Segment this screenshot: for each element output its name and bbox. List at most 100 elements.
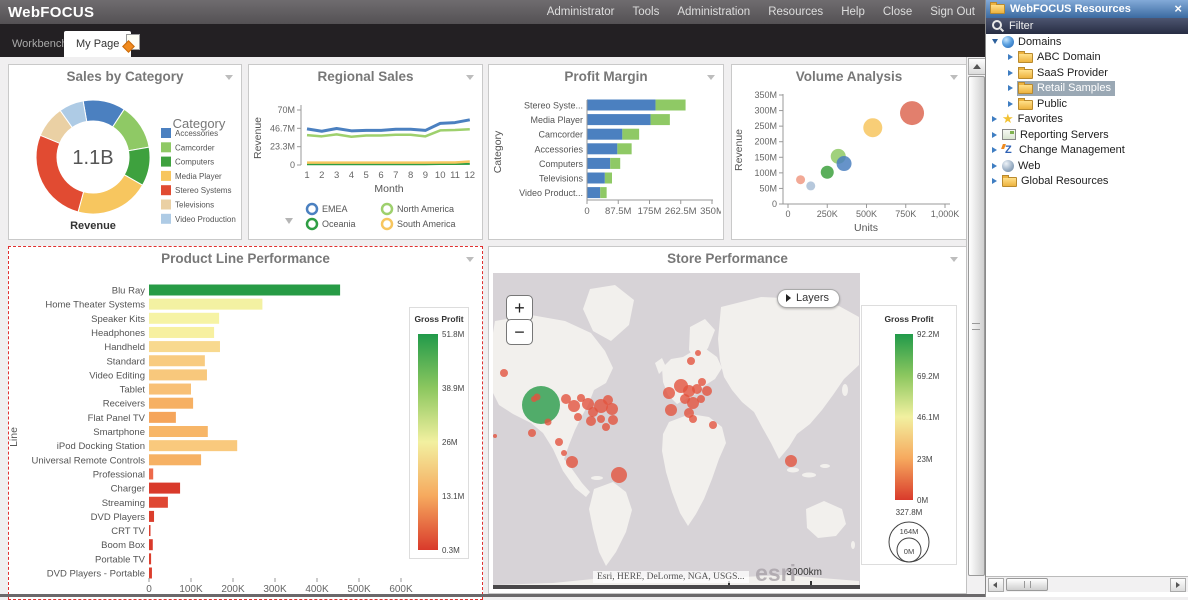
menu-item-close[interactable]: Close <box>883 6 912 18</box>
expand-arrow-icon[interactable] <box>1008 101 1017 107</box>
menu-item-administration[interactable]: Administration <box>677 6 750 18</box>
tab-my-page[interactable]: My Page <box>64 31 131 57</box>
tree-item-change-management[interactable]: Change Management <box>986 143 1188 159</box>
expand-arrow-icon[interactable] <box>992 163 1001 169</box>
svg-text:Revenue: Revenue <box>70 220 116 232</box>
svg-text:350M: 350M <box>754 90 777 100</box>
map-edge <box>493 585 860 589</box>
panel-profit-margin: Profit Margin Stereo Syste...Media Playe… <box>488 64 724 240</box>
panel-menu-arrow[interactable] <box>466 75 474 80</box>
map-canvas[interactable]: + − Layers 3000km 2000mi Esri, HERE, DeL… <box>493 273 860 589</box>
map-zoom-out-button[interactable]: − <box>506 319 533 345</box>
menu-item-administrator[interactable]: Administrator <box>547 6 615 18</box>
svg-text:300M: 300M <box>754 106 777 116</box>
svg-text:Accessories: Accessories <box>534 144 583 154</box>
regional-sales-chart[interactable]: 023.3M46.7M70M123456789101112RevenueMont… <box>249 90 480 236</box>
legend-tick-label: 13.1M <box>442 492 464 501</box>
svg-text:Computers: Computers <box>175 158 214 167</box>
tree-item-label: Favorites <box>1018 113 1063 125</box>
svg-text:0: 0 <box>584 206 589 217</box>
scrollbar-thumb[interactable] <box>968 76 985 576</box>
menu-item-resources[interactable]: Resources <box>768 6 823 18</box>
svg-text:Computers: Computers <box>539 159 584 169</box>
panel-menu-arrow[interactable] <box>225 75 233 80</box>
tree-item-label: Retail Samples <box>1037 82 1111 94</box>
expand-arrow-icon[interactable] <box>992 116 1001 122</box>
close-icon[interactable]: × <box>1174 3 1182 15</box>
tree-item-label: Reporting Servers <box>1020 129 1109 141</box>
sales-by-category-chart[interactable]: 1.1BRevenueCategoryAccessoriesCamcorderC… <box>9 90 239 236</box>
tree-item-web[interactable]: Web <box>986 158 1188 174</box>
svg-text:Tablet: Tablet <box>120 385 146 396</box>
filter-bar[interactable]: Filter <box>986 18 1188 34</box>
svg-text:250K: 250K <box>817 209 838 219</box>
svg-text:Video Editing: Video Editing <box>89 370 145 381</box>
resources-panel: WebFOCUS Resources × Filter DomainsABC D… <box>985 0 1188 597</box>
scroll-right-button[interactable] <box>1170 578 1186 592</box>
panel-volume-analysis: Volume Analysis 050M100M150M200M250M300M… <box>731 64 967 240</box>
panel-menu-arrow[interactable] <box>950 257 958 262</box>
tree-item-abc-domain[interactable]: ABC Domain <box>986 50 1188 66</box>
scrollbar-thumb[interactable] <box>1006 578 1048 591</box>
legend-tick-label: 0.3M <box>442 546 460 555</box>
panel-menu-arrow[interactable] <box>466 257 474 262</box>
globe-gray-icon <box>1002 160 1014 172</box>
map-zoom-in-button[interactable]: + <box>506 295 533 321</box>
svg-text:175M: 175M <box>638 206 662 217</box>
tree-item-label: Domains <box>1018 36 1061 48</box>
horizontal-scrollbar[interactable] <box>986 576 1188 592</box>
expand-arrow-icon[interactable] <box>1008 85 1017 91</box>
svg-text:10: 10 <box>435 170 446 181</box>
expand-arrow-icon[interactable] <box>992 147 1001 153</box>
svg-text:Streaming: Streaming <box>102 498 145 509</box>
scroll-up-button[interactable] <box>968 58 986 75</box>
profit-margin-chart[interactable]: Stereo Syste...Media PlayerCamcorderAcce… <box>489 90 721 236</box>
svg-text:Stereo Systems: Stereo Systems <box>175 186 231 195</box>
tree-item-saas-provider[interactable]: SaaS Provider <box>986 65 1188 81</box>
tree-item-domains[interactable]: Domains <box>986 34 1188 50</box>
expand-arrow-icon[interactable] <box>1008 70 1017 76</box>
menu-item-tools[interactable]: Tools <box>632 6 659 18</box>
new-page-icon[interactable] <box>126 34 140 50</box>
folder-icon <box>1018 84 1033 94</box>
expand-arrow-icon[interactable] <box>992 178 1001 184</box>
menu-item-sign-out[interactable]: Sign Out <box>930 6 975 18</box>
tree-item-reporting-servers[interactable]: Reporting Servers <box>986 127 1188 143</box>
svg-text:0: 0 <box>290 160 295 170</box>
svg-text:iPod Docking Station: iPod Docking Station <box>57 441 145 452</box>
scroll-left-button[interactable] <box>988 578 1004 592</box>
collapse-arrow-icon[interactable] <box>992 39 1001 44</box>
tree-item-retail-samples[interactable]: Retail Samples <box>986 81 1188 97</box>
expand-arrow-icon[interactable] <box>1008 54 1017 60</box>
svg-text:250M: 250M <box>754 121 777 131</box>
tree-item-global-resources[interactable]: Global Resources <box>986 174 1188 190</box>
tree-item-label: Public <box>1037 98 1067 110</box>
svg-text:DVD Players - Portable: DVD Players - Portable <box>47 569 145 580</box>
application-window: WebFOCUS Administrator Tools Administratio… <box>0 0 1188 597</box>
legend-tick-label: 26M <box>442 438 458 447</box>
svg-text:Flat Panel TV: Flat Panel TV <box>88 413 146 424</box>
svg-text:Units: Units <box>854 222 878 234</box>
svg-text:Video Production: Video Production <box>175 215 236 224</box>
tree-item-label: ABC Domain <box>1037 51 1101 63</box>
panel-menu-arrow[interactable] <box>950 75 958 80</box>
star-icon: ★ <box>1002 113 1014 125</box>
webfocus-logo: WebFOCUS <box>8 4 94 21</box>
volume-analysis-chart[interactable]: 050M100M150M200M250M300M350M0250K500K750… <box>732 90 964 236</box>
svg-text:23.3M: 23.3M <box>270 142 295 152</box>
panel-menu-arrow[interactable] <box>707 75 715 80</box>
svg-text:DVD Players: DVD Players <box>91 512 146 523</box>
legend-title: Gross Profit <box>410 314 468 324</box>
layers-button[interactable]: Layers <box>777 289 840 308</box>
expand-arrow-icon[interactable] <box>992 132 1001 138</box>
panel-title: Volume Analysis <box>732 69 966 84</box>
tree-item-favorites[interactable]: ★ Favorites <box>986 112 1188 128</box>
svg-text:EMEA: EMEA <box>322 204 348 214</box>
menu-item-help[interactable]: Help <box>841 6 865 18</box>
dashboard-area: Sales by Category 1.1BRevenueCategoryAcc… <box>0 57 966 597</box>
tree-item-public[interactable]: Public <box>986 96 1188 112</box>
svg-text:0: 0 <box>785 209 790 219</box>
svg-text:Charger: Charger <box>111 484 145 495</box>
tree-item-label: Web <box>1018 160 1040 172</box>
vertical-scrollbar[interactable] <box>966 57 986 597</box>
